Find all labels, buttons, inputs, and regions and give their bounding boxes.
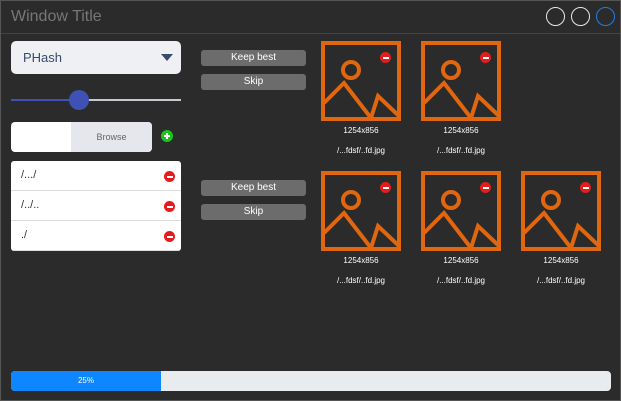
folder-list-item[interactable]: /../.. xyxy=(11,191,181,221)
maximize-button[interactable] xyxy=(571,7,590,26)
image-thumbnail[interactable] xyxy=(421,171,501,251)
add-folder-icon[interactable] xyxy=(161,130,173,142)
folder-list-item[interactable]: ./ xyxy=(11,221,181,251)
image-dimensions: 1254x856 xyxy=(443,256,479,265)
remove-image-icon[interactable] xyxy=(480,52,491,63)
image-path: /...fdsf/..fd.jpg xyxy=(536,276,586,285)
progress-bar: 25% xyxy=(11,371,611,391)
remove-folder-icon[interactable] xyxy=(164,201,175,212)
image-thumbnail[interactable] xyxy=(321,41,401,121)
minimize-button[interactable] xyxy=(546,7,565,26)
title-bar: Window Title xyxy=(1,1,620,34)
window-title: Window Title xyxy=(11,8,102,25)
image-dimensions: 1254x856 xyxy=(343,126,379,135)
folder-path-input[interactable]: Browse xyxy=(11,122,152,152)
image-path: /...fdsf/..fd.jpg xyxy=(336,276,386,285)
image-thumbnail[interactable] xyxy=(321,171,401,251)
algorithm-select-value: PHash xyxy=(23,50,63,65)
folder-list-item[interactable]: /.../ xyxy=(11,161,181,191)
skip-button[interactable]: Skip xyxy=(201,74,306,90)
skip-button[interactable]: Skip xyxy=(201,204,306,220)
keep-best-button[interactable]: Keep best xyxy=(201,50,306,66)
algorithm-select[interactable]: PHash xyxy=(11,41,181,74)
remove-image-icon[interactable] xyxy=(580,182,591,193)
image-path: /...fdsf/..fd.jpg xyxy=(436,276,486,285)
image-thumbnail[interactable] xyxy=(421,41,501,121)
remove-image-icon[interactable] xyxy=(380,182,391,193)
folder-path: /../.. xyxy=(21,199,40,211)
remove-image-icon[interactable] xyxy=(380,52,391,63)
browse-button[interactable]: Browse xyxy=(71,122,152,152)
image-path: /...fdsf/..fd.jpg xyxy=(336,146,386,155)
folder-list: /.../ /../.. ./ xyxy=(11,161,181,251)
keep-best-button[interactable]: Keep best xyxy=(201,180,306,196)
image-dimensions: 1254x856 xyxy=(343,256,379,265)
image-path: /...fdsf/..fd.jpg xyxy=(436,146,486,155)
remove-folder-icon[interactable] xyxy=(164,171,175,182)
chevron-down-icon xyxy=(161,54,173,61)
folder-path: /.../ xyxy=(21,169,37,181)
progress-label: 25% xyxy=(77,376,94,385)
remove-image-icon[interactable] xyxy=(480,182,491,193)
image-dimensions: 1254x856 xyxy=(443,126,479,135)
image-thumbnail[interactable] xyxy=(521,171,601,251)
image-dimensions: 1254x856 xyxy=(543,256,579,265)
folder-path: ./ xyxy=(21,229,28,241)
app-window: Window Title PHash Browse /...//../.. ./ … xyxy=(0,0,621,401)
remove-folder-icon[interactable] xyxy=(164,231,175,242)
threshold-slider-thumb[interactable] xyxy=(69,90,89,110)
close-button[interactable] xyxy=(596,7,615,26)
